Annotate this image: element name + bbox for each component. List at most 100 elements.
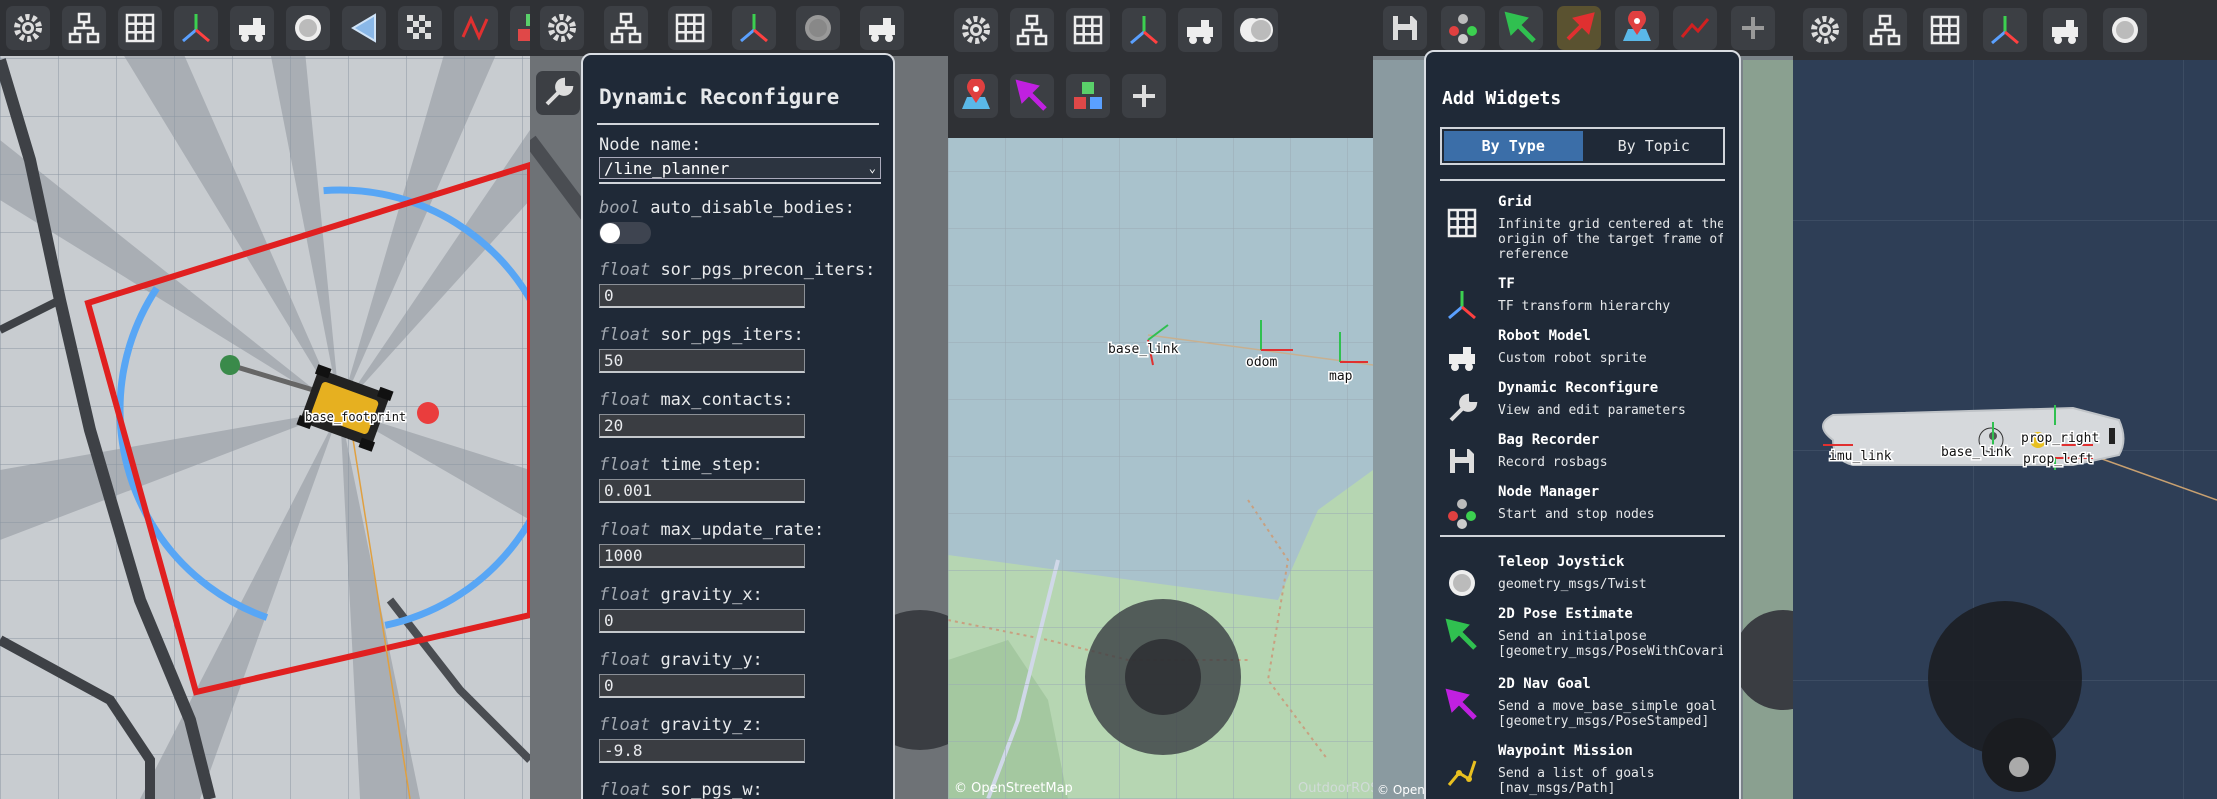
widget-description: Send a move_base_simple goal [geometry_ms… [1498, 699, 1718, 729]
frame-label-prop-left: prop_left [2023, 452, 2093, 467]
settings-button[interactable] [540, 6, 584, 50]
markers-button[interactable] [510, 6, 530, 50]
robot-model-button[interactable] [2043, 8, 2087, 52]
occupancy-map-canvas[interactable]: base_footprint [0, 0, 530, 799]
panel-occupancy-grid: base_footprint [0, 0, 530, 799]
frame-label-odom: odom [1246, 355, 1277, 370]
map-button[interactable] [1615, 6, 1659, 50]
settings-button[interactable] [1803, 8, 1847, 52]
frame-label-map: map [1329, 369, 1353, 384]
widget-description: Send a list of goals [nav_msgs/Path] [1498, 766, 1655, 796]
tab-by-topic[interactable]: By Topic [1585, 129, 1724, 163]
teleop-joystick[interactable] [1085, 599, 1241, 755]
tf-tree-button[interactable] [604, 6, 648, 50]
param-input[interactable]: 50 [599, 349, 805, 373]
grid-button[interactable] [668, 6, 712, 50]
toolbar [948, 0, 1373, 138]
robot-model-button[interactable] [860, 6, 904, 50]
occupancy-grid-button[interactable] [398, 6, 442, 50]
add-widget-button[interactable] [1122, 74, 1166, 118]
param-input[interactable]: 20 [599, 414, 805, 438]
map-button[interactable] [954, 74, 998, 118]
frame-label-base-link: base_link [1941, 445, 2012, 460]
tf-button[interactable] [1983, 8, 2027, 52]
robot-model-button[interactable] [230, 6, 274, 50]
tf-tree-button[interactable] [1010, 8, 1054, 52]
nav-goal-button[interactable] [1010, 74, 1054, 118]
node-name-value: /line_planner [604, 158, 730, 178]
map-pin-icon [962, 79, 990, 109]
param-label: float max_update_rate: [599, 520, 825, 540]
widget-item[interactable]: Bag Recorder Record rosbags [1442, 431, 1739, 483]
tf-axes-icon [182, 14, 210, 43]
tf-button[interactable] [174, 6, 218, 50]
robot-icon [1442, 337, 1482, 377]
settings-button[interactable] [954, 8, 998, 52]
joystick-icon [295, 15, 321, 41]
pose-estimate-button[interactable] [1499, 6, 1543, 50]
path-button[interactable] [454, 6, 498, 50]
joystick-button[interactable] [796, 6, 840, 50]
param-input[interactable]: 0.001 [599, 479, 805, 503]
node-name-select[interactable]: /line_planner ⌄ [599, 157, 881, 179]
grid-button[interactable] [1066, 8, 1110, 52]
widget-item[interactable]: Waypoint Mission Send a list of goals [nav… [1442, 742, 1739, 799]
widget-item[interactable]: 2D Nav Goal Send a move_base_simple goal[… [1442, 675, 1739, 742]
joystick-button[interactable] [1234, 8, 1278, 52]
tf-tree-button[interactable] [62, 6, 106, 50]
auto-disable-bodies-toggle[interactable] [599, 222, 651, 244]
widget-item[interactable]: 2D Pose Estimate Send an initialpose [geom… [1442, 605, 1739, 675]
markers-button[interactable] [1066, 74, 1110, 118]
scene-canvas[interactable]: imu_link base_link prop_right prop_left [1793, 0, 2217, 799]
widget-description: Infinite grid centered at the origin of t… [1498, 217, 1723, 262]
param-input[interactable]: 0 [599, 284, 805, 308]
param-input[interactable]: -9.8 [599, 739, 805, 763]
gps-goal-button[interactable] [1557, 6, 1601, 50]
widget-description: View and edit parameters [1498, 403, 1686, 418]
widget-item[interactable]: Grid Infinite grid centered at the origin … [1442, 193, 1739, 275]
tf-axes-icon [1130, 16, 1158, 45]
robot-model-button[interactable] [1178, 8, 1222, 52]
floppy-icon [1442, 441, 1482, 481]
widget-item[interactable]: Node Manager Start and stop nodes [1442, 483, 1739, 535]
widget-title: Bag Recorder [1498, 432, 1600, 448]
grid-button[interactable] [1923, 8, 1967, 52]
bag-recorder-button[interactable] [1383, 6, 1427, 50]
param-input[interactable]: 1000 [599, 544, 805, 568]
node-manager-button[interactable] [1441, 6, 1485, 50]
widget-item[interactable]: Dynamic Reconfigure View and edit paramet… [1442, 379, 1739, 431]
tab-by-type[interactable]: By Type [1442, 129, 1585, 163]
widget-title: Dynamic Reconfigure [1498, 380, 1659, 396]
param-input[interactable]: 0 [599, 609, 805, 633]
toolbar [0, 0, 530, 56]
tf-button[interactable] [732, 6, 776, 50]
laser-scan-button[interactable] [342, 6, 386, 50]
grid-button[interactable] [118, 6, 162, 50]
nodes-icon [1449, 14, 1477, 44]
robot-icon [1187, 20, 1213, 44]
frame-label-imu-link: imu_link [1829, 449, 1892, 464]
dynamic-reconfigure-button[interactable] [536, 71, 580, 115]
param-label-auto-disable-bodies: bool auto_disable_bodies: [599, 198, 855, 218]
widget-item[interactable]: Teleop Joystick geometry_msgs/Twist [1442, 553, 1739, 605]
joystick-icon [1442, 563, 1482, 603]
joystick-button[interactable] [2103, 8, 2147, 52]
map-pin-icon [1623, 11, 1651, 41]
add-widget-button[interactable] [1731, 6, 1775, 50]
widget-title: Robot Model [1498, 328, 1591, 344]
waypoint-icon [1442, 752, 1482, 792]
robot-frame-label: base_footprint [305, 410, 406, 424]
dynamic-reconfigure-dialog: Dynamic Reconfigure Node name: /line_pla… [581, 53, 895, 799]
settings-button[interactable] [6, 6, 50, 50]
path-button[interactable] [1673, 6, 1717, 50]
widget-item[interactable]: Robot Model Custom robot sprite [1442, 327, 1739, 379]
widget-item[interactable]: TF TF transform hierarchy [1442, 275, 1739, 327]
joystick-icon [2112, 17, 2138, 43]
joystick-button[interactable] [286, 6, 330, 50]
tf-button[interactable] [1122, 8, 1166, 52]
param-list: float sor_pgs_precon_iters: 0 float sor_pg… [599, 260, 877, 799]
param-input[interactable]: 0 [599, 674, 805, 698]
tree-icon [1016, 14, 1048, 46]
tf-tree-button[interactable] [1863, 8, 1907, 52]
param-label: float time_step: [599, 455, 763, 475]
